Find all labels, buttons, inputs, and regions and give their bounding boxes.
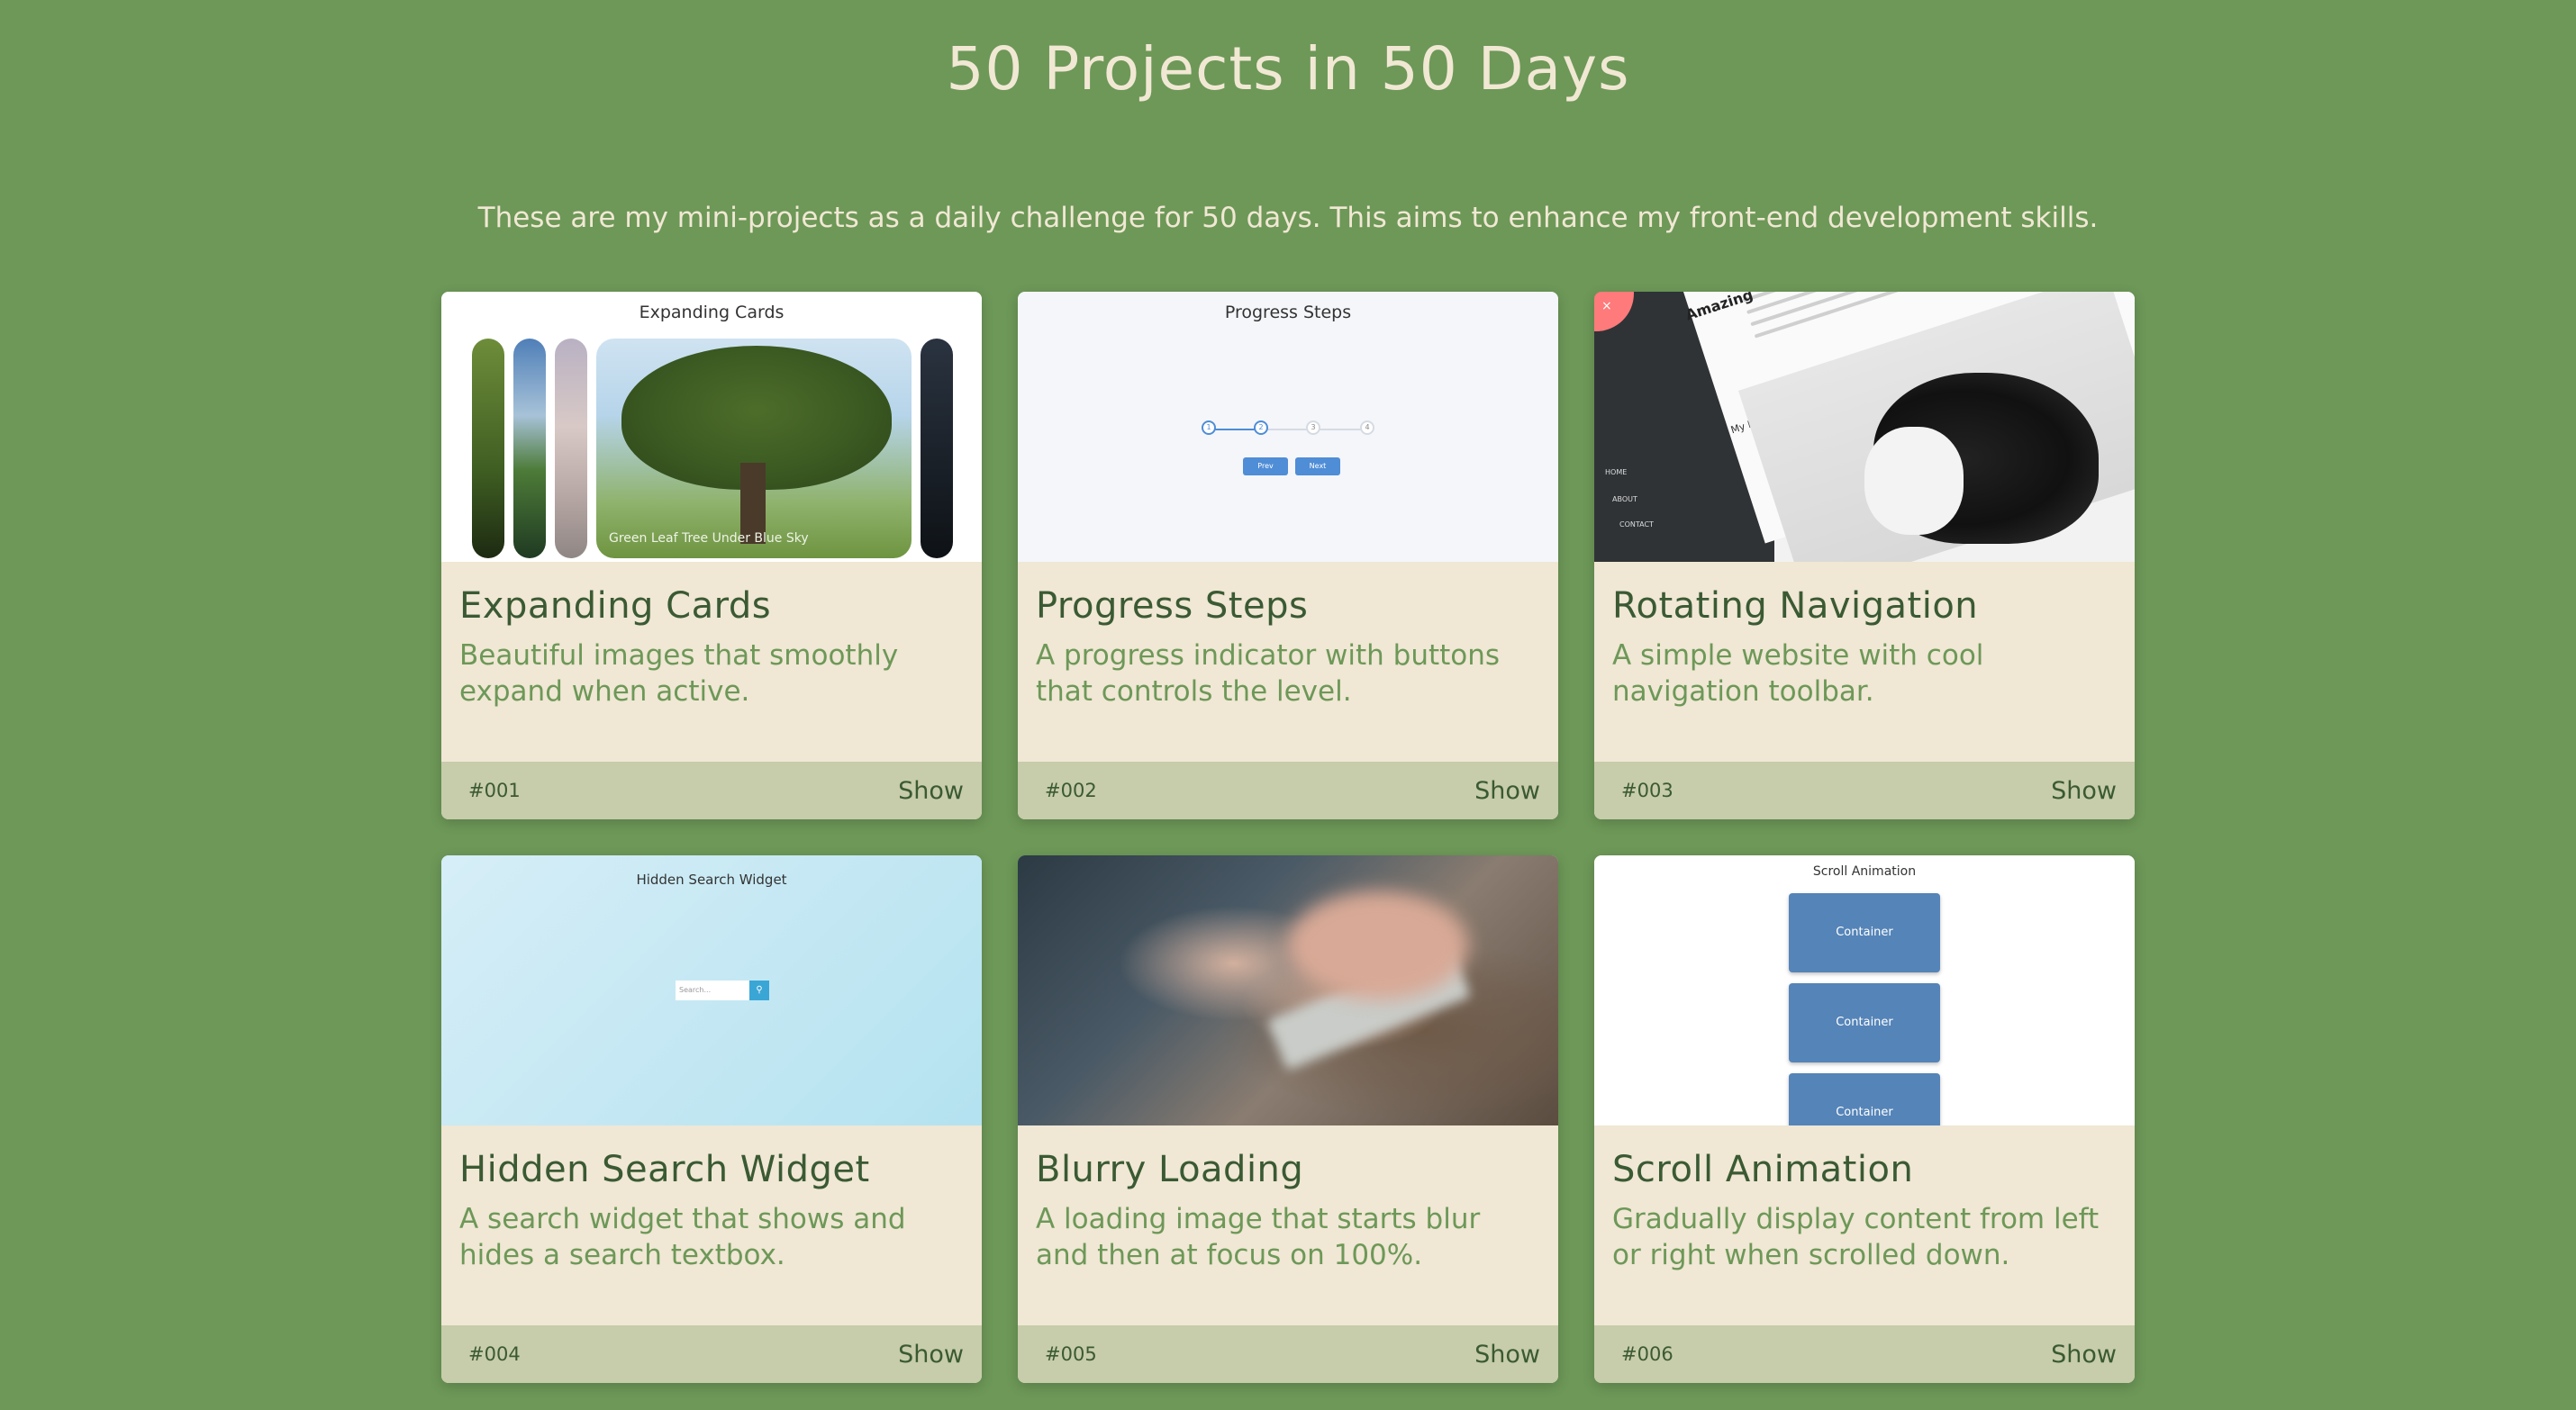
projects-grid: Expanding Cards Green Leaf Tree Under Bl… <box>441 292 2135 1383</box>
show-link[interactable]: Show <box>2051 1341 2117 1369</box>
card-body: Progress Steps A progress indicator with… <box>1018 562 1558 762</box>
card-footer: #005 Show <box>1018 1325 1558 1383</box>
project-number: #002 <box>1045 780 1097 801</box>
project-thumbnail: Expanding Cards Green Leaf Tree Under Bl… <box>441 292 982 562</box>
image-panel <box>472 339 504 558</box>
card-footer: #004 Show <box>441 1325 982 1383</box>
next-button: Next <box>1295 457 1340 475</box>
project-card-progress-steps[interactable]: Progress Steps 1 2 3 4 Prev Next Progres… <box>1018 292 1558 819</box>
card-title: Scroll Animation <box>1612 1149 1914 1190</box>
container-box: Container <box>1789 1073 1940 1125</box>
project-number: #005 <box>1045 1343 1097 1365</box>
step-circle: 2 <box>1254 420 1268 435</box>
search-icon: ⚲ <box>749 981 769 1000</box>
prev-button: Prev <box>1243 457 1288 475</box>
step-circle: 3 <box>1306 420 1320 435</box>
card-footer: #001 Show <box>441 762 982 819</box>
card-body: Scroll Animation Gradually display conte… <box>1594 1125 2135 1325</box>
thumbnail-heading: Hidden Search Widget <box>636 872 787 888</box>
blurred-hand-image <box>1288 891 1468 999</box>
project-card-scroll-animation[interactable]: Scroll Animation Container Container Con… <box>1594 855 2135 1383</box>
thumbnail-heading: Expanding Cards <box>639 303 785 322</box>
thumbnail-heading: Scroll Animation <box>1812 864 1917 879</box>
panel-caption: Green Leaf Tree Under Blue Sky <box>609 531 809 546</box>
card-body: Rotating Navigation A simple website wit… <box>1594 562 2135 762</box>
dog-face <box>1864 427 1964 535</box>
card-title: Hidden Search Widget <box>459 1149 870 1190</box>
page-subtitle: These are my mini-projects as a daily ch… <box>477 202 2099 234</box>
project-thumbnail: Progress Steps 1 2 3 4 Prev Next <box>1018 292 1558 562</box>
show-link[interactable]: Show <box>1474 777 1540 805</box>
project-card-hidden-search-widget[interactable]: Hidden Search Widget Search... ⚲ Hidden … <box>441 855 982 1383</box>
project-number: #004 <box>468 1343 521 1365</box>
step-circle: 1 <box>1202 420 1216 435</box>
card-title: Blurry Loading <box>1036 1149 1304 1190</box>
project-card-expanding-cards[interactable]: Expanding Cards Green Leaf Tree Under Bl… <box>441 292 982 819</box>
card-body: Blurry Loading A loading image that star… <box>1018 1125 1558 1325</box>
show-link[interactable]: Show <box>1474 1341 1540 1369</box>
card-body: Expanding Cards Beautiful images that sm… <box>441 562 982 762</box>
image-panel <box>513 339 546 558</box>
nav-item-about: ABOUT <box>1612 495 1637 503</box>
page-title: 50 Projects in 50 Days <box>946 34 1630 104</box>
show-link[interactable]: Show <box>898 777 964 805</box>
thumbnail-heading: Progress Steps <box>1224 303 1352 322</box>
card-footer: #003 Show <box>1594 762 2135 819</box>
container-box: Container <box>1789 893 1940 972</box>
project-number: #003 <box>1621 780 1673 801</box>
project-thumbnail <box>1018 855 1558 1125</box>
project-card-rotating-navigation[interactable]: HOME ABOUT CONTACT Amazing My Dream Dog … <box>1594 292 2135 819</box>
project-thumbnail: Hidden Search Widget Search... ⚲ <box>441 855 982 1125</box>
card-description: A loading image that starts blur and the… <box>1036 1203 1481 1271</box>
show-link[interactable]: Show <box>2051 777 2117 805</box>
close-icon: × <box>1601 299 1612 313</box>
image-panel <box>921 339 953 558</box>
step-circle: 4 <box>1360 420 1374 435</box>
card-footer: #002 Show <box>1018 762 1558 819</box>
card-body: Hidden Search Widget A search widget tha… <box>441 1125 982 1325</box>
card-description: Gradually display content from left or r… <box>1612 1203 2100 1271</box>
project-thumbnail: Scroll Animation Container Container Con… <box>1594 855 2135 1125</box>
project-card-blurry-loading[interactable]: Blurry Loading A loading image that star… <box>1018 855 1558 1383</box>
card-title: Rotating Navigation <box>1612 585 1979 627</box>
project-number: #001 <box>468 780 521 801</box>
card-description: A search widget that shows and hides a s… <box>459 1203 906 1271</box>
card-description: A progress indicator with buttons that c… <box>1036 639 1501 708</box>
card-title: Expanding Cards <box>459 585 772 627</box>
show-link[interactable]: Show <box>898 1341 964 1369</box>
image-panel <box>555 339 587 558</box>
card-title: Progress Steps <box>1036 585 1309 627</box>
card-footer: #006 Show <box>1594 1325 2135 1383</box>
project-thumbnail: HOME ABOUT CONTACT Amazing My Dream Dog … <box>1594 292 2135 562</box>
nav-item-home: HOME <box>1605 468 1628 476</box>
project-number: #006 <box>1621 1343 1673 1365</box>
search-input: Search... <box>676 981 749 1000</box>
card-description: Beautiful images that smoothly expand wh… <box>459 639 899 708</box>
nav-item-contact: CONTACT <box>1619 520 1654 529</box>
card-description: A simple website with cool navigation to… <box>1612 639 1984 708</box>
container-box: Container <box>1789 983 1940 1062</box>
